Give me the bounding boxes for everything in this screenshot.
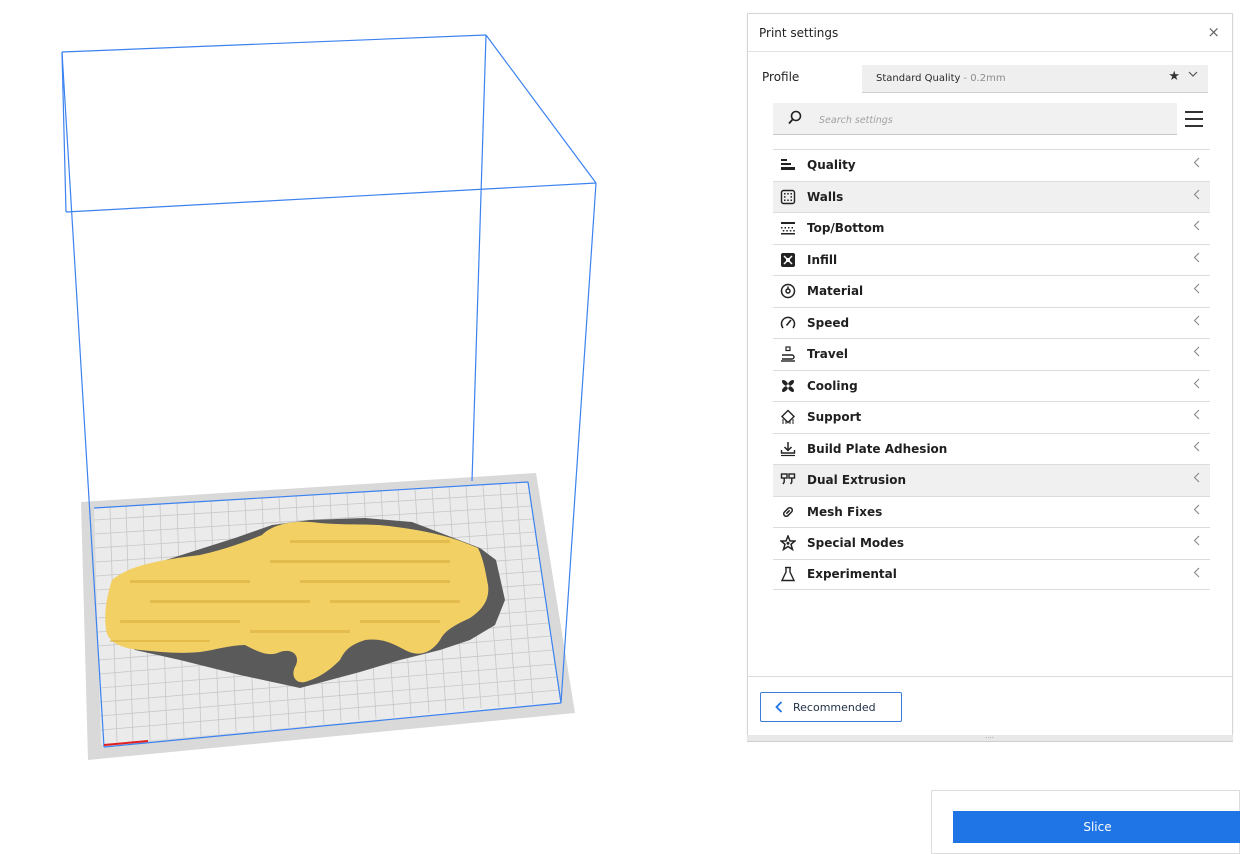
category-special-modes[interactable]: Special Modes bbox=[773, 527, 1210, 559]
chevron-left-icon bbox=[1193, 346, 1200, 360]
resize-grip: ···· bbox=[985, 734, 994, 742]
category-label: Speed bbox=[807, 315, 850, 330]
chevron-left-icon bbox=[1193, 409, 1200, 423]
category-travel[interactable]: Travel bbox=[773, 338, 1210, 370]
recommended-button[interactable]: Recommended bbox=[760, 692, 902, 722]
chevron-left-icon bbox=[1193, 567, 1200, 581]
slice-panel: Slice bbox=[931, 790, 1240, 854]
category-label: Cooling bbox=[807, 378, 858, 393]
profile-label: Profile bbox=[762, 70, 800, 84]
category-walls[interactable]: Walls bbox=[773, 180, 1210, 212]
category-label: Walls bbox=[807, 189, 844, 204]
search-input[interactable] bbox=[817, 109, 1161, 131]
star-icon[interactable]: ★ bbox=[1168, 69, 1180, 84]
category-label: Top/Bottom bbox=[807, 221, 885, 236]
chevron-left-icon bbox=[775, 698, 783, 717]
experimental-icon bbox=[780, 566, 796, 582]
travel-icon bbox=[780, 346, 796, 362]
category-label: Dual Extrusion bbox=[807, 473, 907, 488]
mesh-fixes-icon bbox=[780, 504, 796, 520]
category-dual-extrusion[interactable]: Dual Extrusion bbox=[773, 464, 1210, 496]
category-label: Support bbox=[807, 410, 862, 425]
category-speed[interactable]: Speed bbox=[773, 306, 1210, 339]
build-volume-scene[interactable] bbox=[0, 0, 740, 854]
category-label: Travel bbox=[807, 347, 848, 362]
chevron-left-icon bbox=[1193, 315, 1200, 329]
special-modes-icon bbox=[780, 535, 796, 552]
search-icon bbox=[787, 110, 803, 130]
chevron-left-icon bbox=[1193, 220, 1200, 234]
chevron-left-icon bbox=[1193, 252, 1200, 266]
category-label: Mesh Fixes bbox=[807, 504, 883, 519]
category-infill[interactable]: Infill bbox=[773, 243, 1210, 276]
speed-icon bbox=[780, 315, 796, 331]
top-bottom-icon bbox=[780, 220, 796, 236]
material-icon bbox=[780, 283, 796, 299]
recommended-label: Recommended bbox=[793, 700, 876, 714]
panel-header: Print settings × bbox=[748, 14, 1232, 52]
panel-resize-handle[interactable]: ···· bbox=[747, 735, 1233, 742]
infill-icon bbox=[780, 252, 796, 268]
chevron-left-icon bbox=[1193, 283, 1200, 297]
category-label: Experimental bbox=[807, 567, 897, 582]
category-label: Special Modes bbox=[807, 536, 905, 551]
chevron-down-icon bbox=[1188, 70, 1198, 81]
profile-layer-height: - 0.2mm bbox=[963, 73, 1006, 84]
chevron-left-icon bbox=[1193, 441, 1200, 455]
settings-category-list: Quality Walls Top/Bottom Infill Material… bbox=[773, 149, 1210, 590]
settings-menu-icon[interactable] bbox=[1184, 110, 1204, 128]
quality-icon bbox=[780, 157, 796, 173]
slice-button[interactable]: Slice bbox=[953, 811, 1240, 843]
category-label: Infill bbox=[807, 252, 838, 267]
search-bar bbox=[773, 103, 1177, 135]
category-support[interactable]: Support bbox=[773, 401, 1210, 433]
cooling-icon bbox=[780, 378, 796, 394]
category-quality[interactable]: Quality bbox=[773, 149, 1210, 181]
chevron-left-icon bbox=[1193, 504, 1200, 518]
print-settings-panel: Print settings × Profile Standard Qualit… bbox=[747, 13, 1233, 740]
category-material[interactable]: Material bbox=[773, 275, 1210, 307]
category-label: Material bbox=[807, 284, 864, 299]
category-cooling[interactable]: Cooling bbox=[773, 369, 1210, 402]
category-mesh-fixes[interactable]: Mesh Fixes bbox=[773, 495, 1210, 528]
chevron-left-icon bbox=[1193, 378, 1200, 392]
panel-footer-divider bbox=[748, 676, 1232, 677]
chevron-left-icon bbox=[1193, 472, 1200, 486]
profile-value: Standard Quality bbox=[876, 73, 961, 84]
support-icon bbox=[780, 409, 796, 425]
category-label: Quality bbox=[807, 158, 856, 173]
chevron-left-icon bbox=[1193, 535, 1200, 549]
chevron-left-icon bbox=[1193, 157, 1200, 171]
dual-extrusion-icon bbox=[780, 472, 796, 488]
category-experimental[interactable]: Experimental bbox=[773, 558, 1210, 590]
profile-dropdown[interactable]: Standard Quality - 0.2mm ★ bbox=[862, 65, 1208, 93]
category-label: Build Plate Adhesion bbox=[807, 441, 948, 456]
close-icon[interactable]: × bbox=[1207, 25, 1220, 40]
profile-row: Profile Standard Quality - 0.2mm ★ bbox=[748, 64, 1232, 94]
category-build-plate-adhesion[interactable]: Build Plate Adhesion bbox=[773, 432, 1210, 465]
panel-title: Print settings bbox=[759, 25, 839, 40]
walls-icon bbox=[780, 189, 796, 205]
build-plate-adhesion-icon bbox=[780, 441, 796, 457]
category-top-bottom[interactable]: Top/Bottom bbox=[773, 212, 1210, 244]
chevron-left-icon bbox=[1193, 189, 1200, 203]
